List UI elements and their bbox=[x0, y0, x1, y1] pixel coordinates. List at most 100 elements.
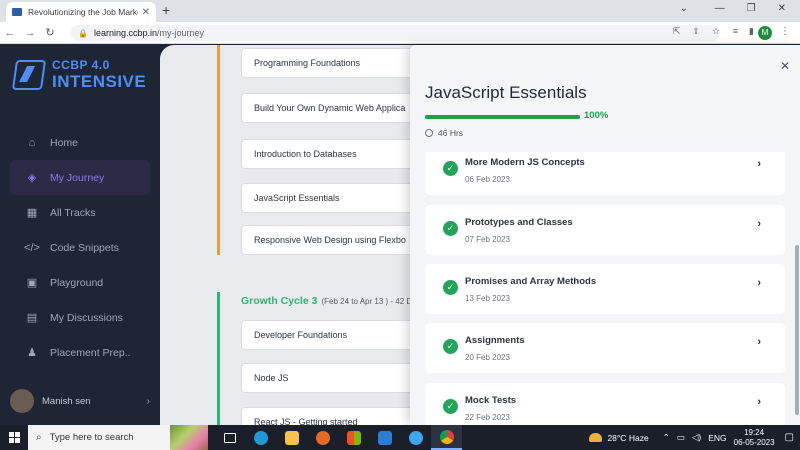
course-card-dynamic-web-app[interactable]: Build Your Own Dynamic Web Applica bbox=[241, 93, 431, 123]
restore-icon[interactable]: ❐ bbox=[747, 3, 756, 14]
start-button[interactable] bbox=[0, 425, 28, 450]
clock[interactable]: 19:24 06-05-2023 bbox=[734, 428, 775, 446]
user-profile[interactable]: Manish sen › bbox=[10, 389, 150, 413]
ccbp-logo[interactable]: CCBP 4.0 INTENSIVE bbox=[11, 59, 146, 90]
url-actions: ⇱ ⇪ ☆ bbox=[673, 26, 720, 37]
close-icon[interactable]: ✕ bbox=[780, 59, 790, 73]
cycle-rail-yellow bbox=[217, 45, 220, 255]
vscode-icon[interactable] bbox=[400, 425, 431, 450]
sidebar-item-home[interactable]: ⌂ Home bbox=[10, 125, 150, 160]
course-card-node-js[interactable]: Node JS bbox=[241, 363, 431, 393]
clock-time: 19:24 bbox=[744, 428, 765, 438]
haze-icon bbox=[589, 433, 603, 442]
file-explorer-icon[interactable] bbox=[276, 425, 307, 450]
check-icon: ✓ bbox=[443, 280, 458, 295]
journey-icon: ◈ bbox=[27, 172, 37, 184]
chevron-right-icon: › bbox=[757, 158, 761, 170]
sidebar-item-label: All Tracks bbox=[50, 206, 96, 219]
course-card-programming-foundations[interactable]: Programming Foundations bbox=[241, 48, 431, 78]
topic-name: Prototypes and Classes bbox=[465, 217, 573, 228]
browser-tabstrip: Revolutionizing the Job Market | ✕ + ⌄ —… bbox=[0, 0, 800, 22]
weather-text: Haze bbox=[628, 432, 649, 443]
topic-item[interactable]: ✓ Mock Tests 22 Feb 2023 › bbox=[425, 383, 785, 425]
progress-bar bbox=[425, 115, 580, 119]
store-icon[interactable] bbox=[338, 425, 369, 450]
topic-item[interactable]: ✓ Prototypes and Classes 07 Feb 2023 › bbox=[425, 205, 785, 255]
weather-widget[interactable]: 28°C Haze bbox=[589, 432, 649, 443]
sidebar-item-label: Code Snippets bbox=[50, 241, 119, 254]
edge-icon[interactable] bbox=[245, 425, 276, 450]
sidebar-item-my-journey[interactable]: ◈ My Journey bbox=[10, 160, 150, 195]
open-external-icon[interactable]: ⇱ bbox=[673, 26, 681, 37]
topic-item[interactable]: ✓ Assignments 20 Feb 2023 › bbox=[425, 323, 785, 373]
cycle-name: Growth Cycle 3 bbox=[241, 295, 318, 307]
topic-list: ✓ More Modern JS Concepts 06 Feb 2023 › … bbox=[425, 152, 785, 425]
media-icon[interactable]: ≡ bbox=[733, 26, 738, 36]
chevron-up-icon[interactable]: ⌃ bbox=[663, 432, 670, 443]
home-icon: ⌂ bbox=[28, 136, 36, 149]
new-tab-button[interactable]: + bbox=[162, 3, 170, 17]
growth-cycle-title: Growth Cycle 3 (Feb 24 to Apr 13 ) - 42 D bbox=[241, 295, 412, 307]
network-icon[interactable]: ▭ bbox=[677, 432, 685, 443]
notifications-icon[interactable]: ▢ bbox=[785, 432, 794, 443]
course-details-drawer: ✕ JavaScript Essentials 100% 46 Hrs ✓ Mo… bbox=[410, 45, 800, 425]
volume-icon[interactable]: ◁) bbox=[692, 432, 701, 443]
topic-item[interactable]: ✓ More Modern JS Concepts 06 Feb 2023 › bbox=[425, 152, 785, 195]
minimize-icon[interactable]: — bbox=[715, 3, 725, 14]
reload-icon[interactable]: ↻ bbox=[40, 26, 60, 39]
course-card-react-js[interactable]: React JS - Getting started bbox=[241, 407, 431, 425]
firefox-icon[interactable] bbox=[307, 425, 338, 450]
window-controls: — ❐ ✕ bbox=[715, 3, 786, 14]
search-icon: ⌕ bbox=[36, 432, 42, 443]
sidebar-item-label: Placement Prep.. bbox=[50, 346, 131, 359]
course-card-responsive-web-design[interactable]: Responsive Web Design using Flexbo bbox=[241, 225, 431, 255]
sidebar-item-code-snippets[interactable]: </> Code Snippets bbox=[10, 230, 150, 265]
drawer-scrollbar[interactable] bbox=[795, 245, 799, 415]
user-name: Manish sen bbox=[42, 395, 91, 407]
clock-icon bbox=[425, 129, 433, 137]
duration-text: 46 Hrs bbox=[438, 128, 464, 138]
bookmark-star-icon[interactable]: ☆ bbox=[712, 26, 720, 37]
browser-tab[interactable]: Revolutionizing the Job Market | ✕ bbox=[6, 2, 156, 22]
language-indicator[interactable]: ENG bbox=[708, 433, 726, 443]
sidepanel-icon[interactable]: ▮ bbox=[749, 26, 754, 37]
share-icon[interactable]: ⇪ bbox=[692, 26, 700, 37]
sidebar-item-label: Home bbox=[50, 136, 79, 149]
tab-search-icon[interactable]: ⌄ bbox=[680, 3, 688, 14]
topic-date: 07 Feb 2023 bbox=[465, 235, 510, 244]
profile-avatar[interactable]: M bbox=[758, 26, 772, 40]
course-card-databases[interactable]: Introduction to Databases bbox=[241, 139, 431, 169]
chevron-right-icon: › bbox=[757, 277, 761, 289]
lock-icon[interactable]: 🔒 bbox=[78, 29, 88, 38]
course-card-developer-foundations[interactable]: Developer Foundations bbox=[241, 320, 431, 350]
course-card-javascript-essentials[interactable]: JavaScript Essentials bbox=[241, 183, 431, 213]
forward-icon[interactable]: → bbox=[20, 27, 40, 39]
sidebar-menu: ⌂ Home ◈ My Journey ▦ All Tracks </> Cod… bbox=[10, 125, 150, 370]
url-field[interactable]: 🔒 learning.ccbp.in/my-journey bbox=[70, 25, 720, 41]
sidebar-item-label: My Journey bbox=[50, 171, 105, 184]
sidebar-item-all-tracks[interactable]: ▦ All Tracks bbox=[10, 195, 150, 230]
duration: 46 Hrs bbox=[425, 128, 463, 138]
sidebar-item-my-discussions[interactable]: ▤ My Discussions bbox=[10, 300, 150, 335]
taskbar: ⌕ Type here to search 28°C Haze ⌃ ▭ ◁) E… bbox=[0, 425, 800, 450]
drawer-title: JavaScript Essentials bbox=[425, 83, 587, 102]
mail-icon[interactable] bbox=[369, 425, 400, 450]
windows-logo-icon bbox=[8, 432, 20, 443]
back-icon[interactable]: ← bbox=[0, 27, 20, 39]
sidebar-item-playground[interactable]: ▣ Playground bbox=[10, 265, 150, 300]
sidebar-item-placement-prep[interactable]: ♟ Placement Prep.. bbox=[10, 335, 150, 370]
browser-menu-icon[interactable]: ⋮ bbox=[780, 26, 790, 37]
window-close-icon[interactable]: ✕ bbox=[778, 3, 786, 14]
chevron-right-icon: › bbox=[757, 336, 761, 348]
system-tray: 28°C Haze ⌃ ▭ ◁) ENG 19:24 06-05-2023 ▢ bbox=[589, 425, 800, 450]
tab-close-icon[interactable]: ✕ bbox=[142, 7, 150, 18]
clock-date: 06-05-2023 bbox=[733, 437, 775, 447]
chevron-right-icon: › bbox=[757, 218, 761, 230]
topic-name: Promises and Array Methods bbox=[465, 276, 597, 287]
check-icon: ✓ bbox=[443, 161, 458, 176]
temperature: 28°C bbox=[607, 432, 627, 443]
taskbar-search[interactable]: ⌕ Type here to search bbox=[28, 425, 208, 450]
topic-item[interactable]: ✓ Promises and Array Methods 13 Feb 2023… bbox=[425, 264, 785, 314]
chrome-icon[interactable] bbox=[431, 425, 462, 450]
task-view-icon[interactable] bbox=[214, 425, 245, 450]
